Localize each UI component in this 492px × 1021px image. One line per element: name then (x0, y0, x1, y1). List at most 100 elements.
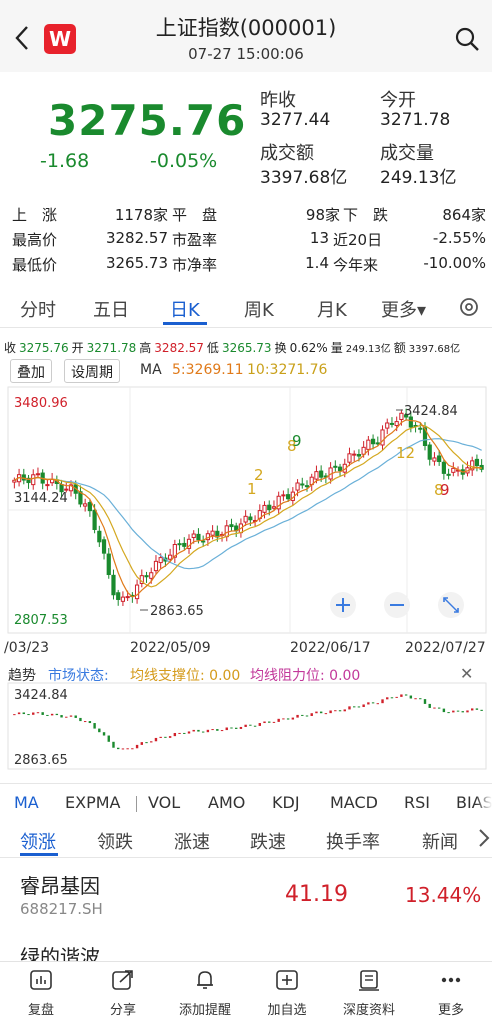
tab-five-day[interactable]: 五日 (93, 296, 129, 322)
overlay-button[interactable]: 叠加 (10, 359, 52, 383)
divider (0, 857, 492, 858)
list-item[interactable]: 睿昂基因 688217.SH 41.19 13.44% (0, 862, 492, 926)
amt-label: 额 (393, 341, 406, 355)
close-icon[interactable]: ✕ (460, 664, 473, 683)
tab-weekly-k[interactable]: 周K (244, 296, 274, 322)
candle (451, 467, 456, 473)
candle (83, 503, 88, 507)
mini-candle (126, 748, 129, 750)
deep-info-button[interactable]: 深度资料 (334, 962, 404, 1018)
mini-low-label: 2863.65 (14, 753, 68, 768)
share-icon (112, 970, 133, 990)
candle (101, 539, 107, 554)
high-label: 高 (139, 341, 152, 355)
subtab-news[interactable]: 新闻 (422, 828, 458, 854)
indicator-vol[interactable]: VOL (148, 793, 180, 812)
trend-mini-chart[interactable]: 3424.84 2863.65 (0, 682, 492, 772)
pe-label: 市盈率 (172, 231, 218, 249)
mini-candle (17, 712, 21, 715)
add-watchlist-button[interactable]: 加自选 (252, 962, 322, 1018)
list-item[interactable]: 绿的谐波 (0, 935, 492, 961)
tab-intraday[interactable]: 分时 (20, 296, 56, 322)
indicator-ma[interactable]: MA (14, 793, 39, 812)
more-button[interactable]: 更多 (416, 962, 486, 1018)
subtab-fall-speed[interactable]: 跌速 (250, 828, 286, 854)
candle (333, 465, 338, 468)
subtab-underline (20, 853, 58, 856)
deep-info-label: 深度资料 (342, 1003, 395, 1018)
date-label: 2022/05/09 (130, 640, 211, 656)
stock-code: 688217.SH (20, 900, 103, 918)
subtab-rise-speed[interactable]: 涨速 (174, 828, 210, 854)
indicator-macd[interactable]: MACD (330, 793, 378, 812)
mini-candle (367, 702, 370, 705)
indicator-rsi[interactable]: RSI (404, 793, 430, 812)
top-bar: W 上证指数(000001) 07-27 15:00:06 (0, 0, 492, 72)
mini-candle (258, 723, 261, 726)
kline-chart[interactable]: 3480.96 3144.24 2807.53 3424.84 2863.65 … (0, 386, 492, 636)
mini-candle (88, 721, 92, 724)
candle (337, 466, 343, 472)
pb-label: 市净率 (172, 256, 218, 274)
zoom-out-button[interactable] (384, 592, 410, 618)
add-alert-label: 添加提醒 (178, 1003, 231, 1018)
tab-monthly-k[interactable]: 月K (317, 296, 347, 322)
candle (35, 473, 41, 476)
candle (177, 543, 182, 546)
mini-chart-frame (7, 682, 487, 770)
mini-candle (145, 742, 148, 744)
date-label: 2022/07/27 (405, 640, 486, 656)
mini-candle (390, 697, 394, 699)
candle (125, 596, 130, 599)
add-watchlist-label: 加自选 (267, 1003, 307, 1018)
volume-value: 249.13亿 (380, 168, 457, 188)
settings-gear-icon[interactable] (458, 296, 480, 318)
open-value: 3271.78 (86, 340, 137, 355)
mini-candle (230, 727, 233, 729)
indicator-kdj[interactable]: KDJ (272, 793, 300, 812)
fullscreen-expand-icon[interactable] (438, 592, 464, 618)
subtab-top-gainers[interactable]: 领涨 (20, 828, 56, 854)
subtab-top-losers[interactable]: 领跌 (97, 828, 133, 854)
y-axis-bottom-label: 2807.53 (14, 613, 68, 628)
low-label: 最低价 (12, 256, 58, 274)
mini-candle (343, 709, 346, 712)
current-price: 3275.76 (48, 96, 247, 145)
search-icon[interactable] (455, 27, 481, 53)
candle (144, 575, 149, 578)
mini-candle (239, 726, 243, 729)
signal-digit: 12 (396, 444, 415, 462)
trough-label: 2863.65 (150, 604, 204, 619)
active-tab-underline (163, 322, 207, 325)
mini-candle (112, 741, 115, 748)
candle (243, 515, 248, 523)
set-period-button[interactable]: 设周期 (64, 359, 120, 383)
add-alert-button[interactable]: 添加提醒 (170, 962, 240, 1018)
tab-daily-k[interactable]: 日K (170, 296, 200, 322)
mini-candle (480, 709, 483, 711)
mini-candle (60, 715, 63, 718)
mini-candle (107, 735, 110, 742)
rise-count: 1178家 (114, 206, 168, 224)
date-label: /03/23 (4, 640, 50, 656)
share-button[interactable]: 分享 (88, 962, 158, 1018)
price-change: -1.68 (40, 150, 90, 172)
indicator-separator (136, 796, 137, 812)
mini-candle (456, 710, 460, 712)
mini-candle (173, 732, 177, 737)
y-axis-top-label: 3480.96 (14, 396, 68, 411)
subtab-turnover-rate[interactable]: 换手率 (326, 828, 380, 854)
tab-more[interactable]: 更多▾ (381, 296, 426, 322)
mini-candle (277, 718, 280, 722)
stock-pct: 13.44% (405, 883, 482, 907)
low-value: 3265.73 (105, 254, 168, 272)
mini-candle (286, 718, 290, 720)
low-label: 低 (206, 341, 219, 355)
indicator-amo[interactable]: AMO (208, 793, 245, 812)
chevron-right-icon[interactable] (478, 828, 490, 848)
zoom-in-button[interactable] (330, 592, 356, 618)
turn-value: 0.62% (289, 340, 328, 355)
review-button[interactable]: 复盘 (6, 962, 76, 1018)
indicator-expma[interactable]: EXPMA (65, 793, 120, 812)
mini-candle (471, 708, 474, 711)
